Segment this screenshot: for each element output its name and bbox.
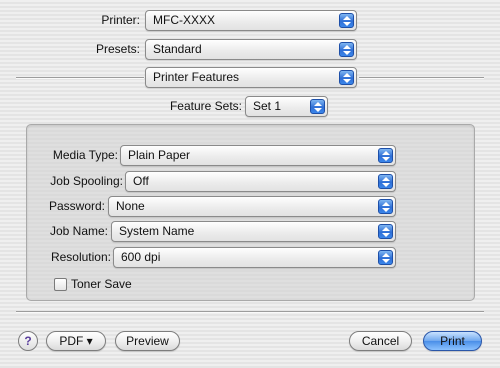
panel-selector-popup[interactable]: Printer Features	[145, 67, 357, 88]
job-name-popup[interactable]: System Name	[111, 221, 396, 242]
toner-save-label: Toner Save	[71, 277, 132, 291]
printer-popup[interactable]: MFC-XXXX	[145, 10, 357, 31]
print-button[interactable]: Print	[423, 331, 482, 351]
footer-separator	[16, 311, 484, 313]
cancel-button[interactable]: Cancel	[349, 331, 412, 351]
pdf-menu-button[interactable]: PDF ▾	[46, 331, 106, 351]
feature-sets-label: Feature Sets:	[169, 99, 242, 113]
password-label: Password:	[48, 199, 105, 213]
updown-arrows-icon	[339, 70, 354, 85]
updown-arrows-icon	[378, 148, 393, 163]
updown-arrows-icon	[339, 13, 354, 28]
separator-left	[16, 77, 144, 79]
panel-selector-value: Printer Features	[153, 70, 240, 84]
job-spooling-popup[interactable]: Off	[125, 171, 396, 192]
printer-value: MFC-XXXX	[153, 13, 216, 27]
resolution-label: Resolution:	[50, 250, 111, 264]
help-icon[interactable]: ?	[18, 331, 38, 351]
updown-arrows-icon	[339, 42, 354, 57]
password-popup[interactable]: None	[108, 196, 396, 217]
job-name-value: System Name	[119, 224, 195, 238]
separator-right	[359, 77, 484, 79]
preview-button[interactable]: Preview	[115, 331, 180, 351]
updown-arrows-icon	[378, 250, 393, 265]
presets-popup[interactable]: Standard	[145, 39, 357, 60]
resolution-popup[interactable]: 600 dpi	[113, 247, 396, 268]
feature-sets-popup[interactable]: Set 1	[245, 96, 328, 117]
updown-arrows-icon	[378, 199, 393, 214]
media-type-label: Media Type:	[52, 148, 118, 162]
updown-arrows-icon	[310, 99, 325, 114]
job-spooling-value: Off	[133, 174, 149, 188]
job-name-label: Job Name:	[49, 224, 108, 238]
feature-sets-value: Set 1	[253, 99, 282, 113]
printer-label: Printer:	[101, 13, 140, 27]
resolution-value: 600 dpi	[121, 250, 161, 264]
toner-save-checkbox[interactable]	[54, 278, 67, 291]
presets-value: Standard	[153, 42, 202, 56]
media-type-popup[interactable]: Plain Paper	[120, 145, 396, 166]
job-spooling-label: Job Spooling:	[50, 174, 123, 188]
updown-arrows-icon	[378, 224, 393, 239]
presets-label: Presets:	[95, 42, 140, 56]
media-type-value: Plain Paper	[128, 148, 191, 162]
updown-arrows-icon	[378, 174, 393, 189]
password-value: None	[116, 199, 145, 213]
